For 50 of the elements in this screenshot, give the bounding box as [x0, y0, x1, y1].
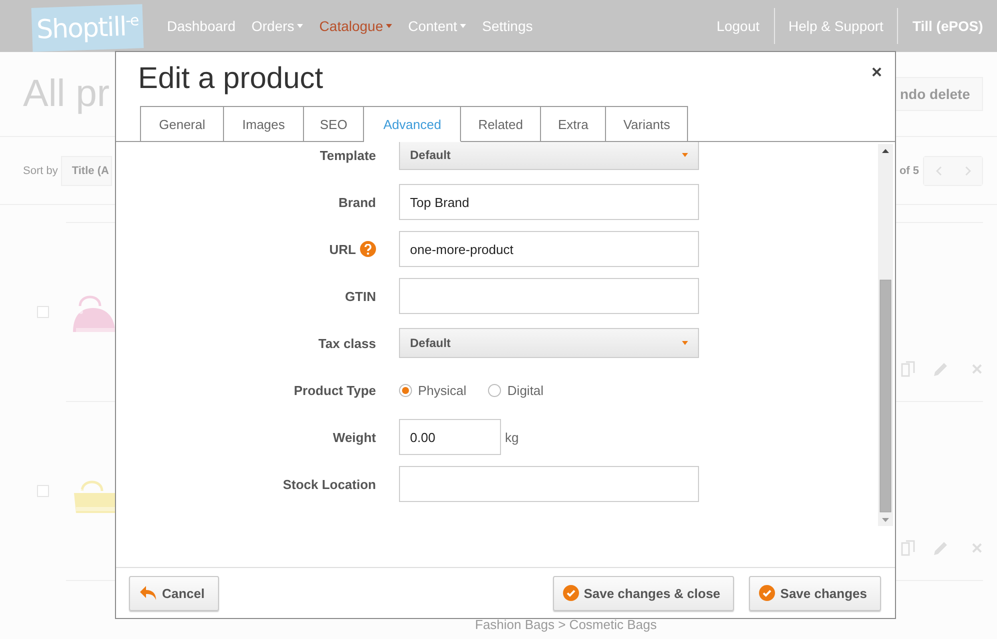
field-label: Weight [332, 430, 376, 444]
row-checkbox[interactable] [37, 485, 49, 497]
cancel-button[interactable]: Cancel [129, 576, 219, 610]
caret-icon [682, 153, 688, 157]
tab[interactable]: Images [224, 106, 304, 142]
text-field[interactable] [399, 466, 699, 502]
select-field[interactable]: Default [399, 328, 699, 358]
copy-icon[interactable] [901, 361, 915, 377]
unit-label: kg [505, 430, 519, 444]
tab[interactable]: General [140, 106, 224, 142]
text-field[interactable]: one-more-product [399, 231, 699, 267]
tab[interactable]: SEO [304, 106, 364, 142]
delete-icon[interactable] [971, 363, 983, 375]
save-button[interactable]: Save changes [749, 576, 881, 610]
caret-icon [682, 341, 688, 345]
delete-icon[interactable] [971, 542, 983, 554]
dialog-title: Edit a product [138, 62, 324, 97]
radio-option[interactable]: Digital [488, 382, 544, 398]
field-label: Template [320, 148, 376, 162]
breadcrumb: Fashion Bags > Cosmetic Bags [475, 617, 657, 632]
text-field[interactable] [399, 278, 699, 314]
check-icon [562, 585, 579, 601]
field-label: GTIN [344, 288, 376, 304]
pager-count: of 5 [899, 164, 919, 176]
text-field[interactable]: Top Brand [399, 184, 699, 220]
copy-icon[interactable] [901, 540, 915, 556]
pencil-icon[interactable] [933, 361, 949, 377]
field-label: Brand [338, 194, 376, 210]
help-icon[interactable] [360, 241, 376, 257]
sort-label: Sort by [23, 164, 58, 176]
field-label: Tax class [318, 336, 376, 350]
tab[interactable]: Advanced [364, 106, 462, 142]
undo-arrow-icon [139, 585, 157, 601]
field-label: Stock Location [282, 476, 376, 492]
close-button[interactable]: × [868, 62, 885, 82]
field-label: URL [329, 242, 356, 256]
field-label: Product Type [294, 382, 376, 398]
select-field[interactable]: Default [399, 142, 699, 170]
weight-field[interactable]: 0.00 [399, 419, 501, 455]
tab[interactable]: Variants [606, 106, 688, 142]
next-icon[interactable] [953, 156, 982, 184]
scrollbar[interactable] [878, 144, 893, 526]
radio-option[interactable]: Physical [399, 382, 466, 398]
row-checkbox[interactable] [37, 306, 49, 318]
tab[interactable]: Extra [541, 106, 606, 142]
pencil-icon[interactable] [933, 540, 949, 556]
check-icon [759, 585, 776, 601]
previous-icon[interactable] [924, 156, 953, 184]
tab[interactable]: Related [461, 106, 541, 142]
save-button[interactable]: Save changes & close [552, 576, 734, 610]
